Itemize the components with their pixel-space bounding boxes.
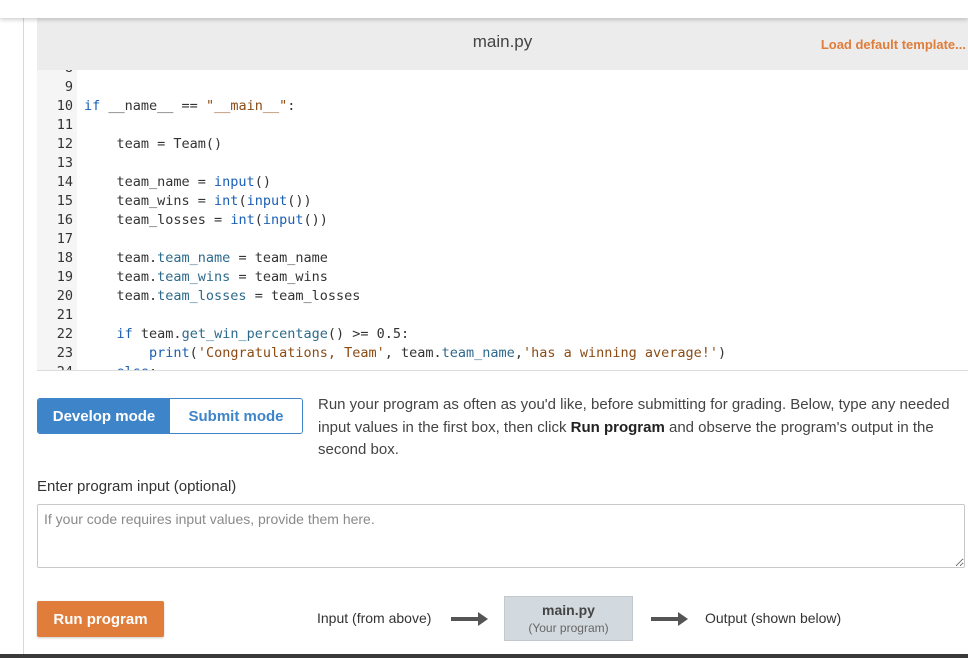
flow-input-label: Input (from above) <box>317 610 432 626</box>
code-text: team_name = input() <box>84 174 271 190</box>
line-number: 18 <box>56 250 73 266</box>
code-text: if team.get_win_percentage() >= 0.5: <box>116 326 410 342</box>
code-line: 11 <box>37 116 968 135</box>
flow-output-label: Output (shown below) <box>705 610 842 626</box>
code-line: 19 team.team_wins = team_wins <box>37 268 968 287</box>
code-line: 15 team_wins = int(input()) <box>37 192 968 211</box>
code-text: print('Congratulations, Team', team.team… <box>149 345 727 361</box>
line-number: 19 <box>56 269 73 285</box>
code-line: 22 if team.get_win_percentage() >= 0.5: <box>37 325 968 344</box>
code-line: 17 <box>37 230 968 249</box>
run-program-button[interactable]: Run program <box>37 601 164 637</box>
line-number: 9 <box>64 79 73 95</box>
code-text: team_losses = int(input()) <box>84 212 328 228</box>
code-line: 12 team = Team() <box>37 135 968 154</box>
code-line: 21 <box>37 306 968 325</box>
program-input-field[interactable] <box>37 504 965 568</box>
mode-toggle: Develop mode Submit mode <box>37 398 303 434</box>
code-line: 13 <box>37 154 968 173</box>
code-line: 14 team_name = input() <box>37 173 968 192</box>
code-line: 10 if __name__ == "__main__": <box>37 97 968 116</box>
line-number: 17 <box>56 231 73 247</box>
develop-mode-button[interactable]: Develop mode <box>38 399 170 433</box>
program-box: main.py (Your program) <box>504 596 633 641</box>
code-line: 20 team.team_losses = team_losses <box>37 287 968 306</box>
editor-header: main.py Load default template... <box>37 18 968 70</box>
line-number: 13 <box>56 155 73 171</box>
code-text: team = Team() <box>84 136 223 152</box>
line-number: 22 <box>56 326 73 342</box>
code-text: team.team_name = team_name <box>84 250 328 266</box>
left-divider <box>23 18 24 658</box>
code-text: else: <box>84 363 158 370</box>
submit-mode-button[interactable]: Submit mode <box>170 399 302 433</box>
code-text: team.team_losses = team_losses <box>84 288 361 304</box>
instructions-text: Run your program as often as you'd like,… <box>318 394 968 462</box>
code-text: team.team_wins = team_wins <box>84 269 328 285</box>
code-line: 23 print('Congratulations, Team', team.t… <box>37 344 968 363</box>
program-box-title: main.py <box>542 602 595 618</box>
line-number: 16 <box>56 212 73 228</box>
code-editor[interactable]: 89 10 if __name__ == "__main__": 11 12 team … <box>37 70 968 371</box>
input-label: Enter program input (optional) <box>37 478 237 495</box>
program-box-subtitle: (Your program) <box>528 621 609 635</box>
line-number: 12 <box>56 136 73 152</box>
code-line: 9 <box>37 78 968 97</box>
line-number: 14 <box>56 174 73 190</box>
line-number: 20 <box>56 288 73 304</box>
line-number: 24 <box>37 363 73 370</box>
top-bar <box>0 0 968 18</box>
load-default-template-link[interactable]: Load default template... <box>821 37 966 52</box>
code-line: 16 team_losses = int(input()) <box>37 211 968 230</box>
instructions-bold: Run program <box>570 418 665 436</box>
line-number: 11 <box>56 117 73 133</box>
arrow-right-icon <box>451 612 488 626</box>
arrow-right-icon <box>651 612 688 626</box>
bottom-bar <box>0 654 968 658</box>
line-number: 21 <box>56 307 73 323</box>
code-text: team_wins = int(input()) <box>84 193 312 209</box>
code-text: if __name__ == "__main__": <box>84 98 296 114</box>
line-number: 15 <box>56 193 73 209</box>
code-line: 8 <box>37 70 968 78</box>
line-number: 8 <box>37 70 73 78</box>
code-line: 18 team.team_name = team_name <box>37 249 968 268</box>
line-number: 10 <box>56 98 73 114</box>
code-line: 24 else: <box>37 363 968 370</box>
line-number: 23 <box>56 345 73 361</box>
